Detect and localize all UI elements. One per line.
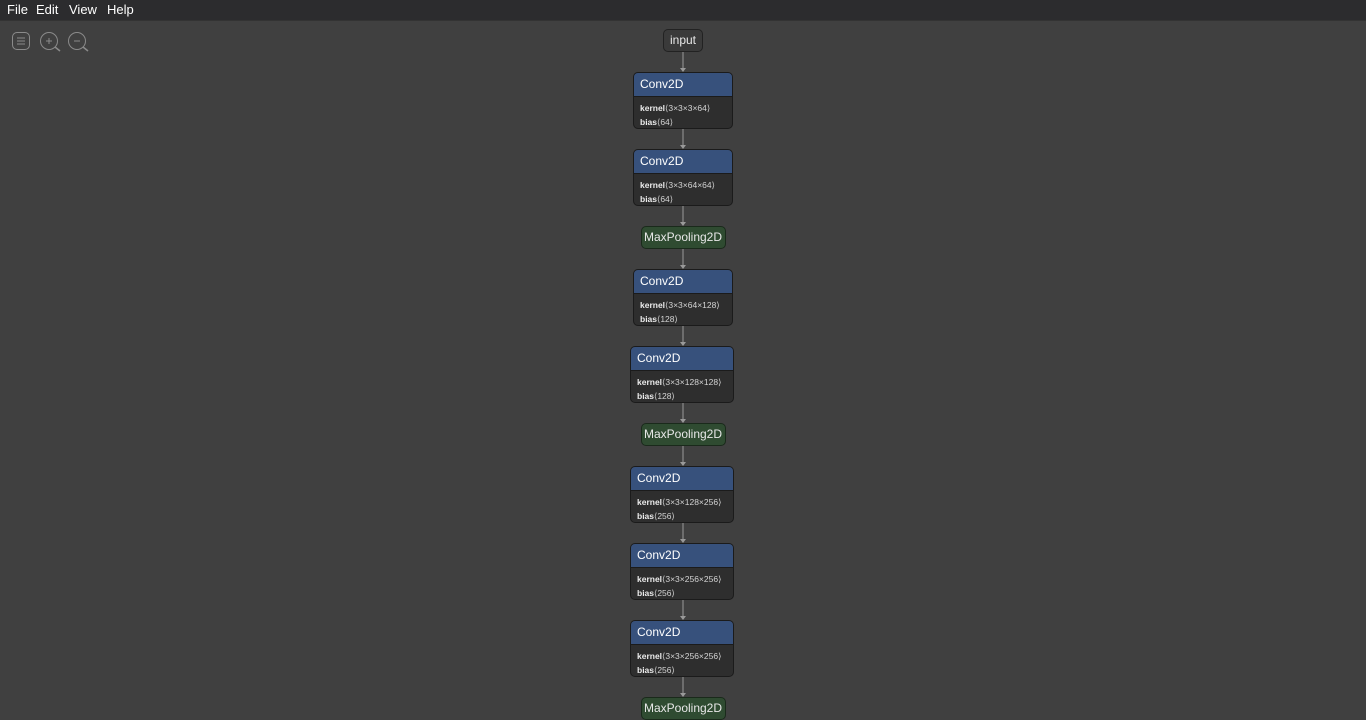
bias-shape: ⟨128⟩ xyxy=(657,314,678,324)
node-type: Conv2D xyxy=(631,544,733,568)
kernel-attr: kernel⟨3×3×64×64⟩ xyxy=(640,178,732,192)
kernel-attr: kernel⟨3×3×64×128⟩ xyxy=(640,298,732,312)
bias-label: bias xyxy=(637,588,655,598)
bias-label: bias xyxy=(640,117,658,127)
maxpooling2d-node[interactable]: MaxPooling2D xyxy=(640,423,726,446)
kernel-label: kernel xyxy=(640,180,666,190)
conv2d-node[interactable]: Conv2D kernel⟨3×3×256×256⟩ bias⟨256⟩ xyxy=(630,543,734,600)
maxpooling2d-node[interactable]: MaxPooling2D xyxy=(640,697,726,720)
kernel-label: kernel xyxy=(637,497,663,507)
bias-shape: ⟨64⟩ xyxy=(657,194,674,204)
bias-label: bias xyxy=(640,194,658,204)
kernel-shape: ⟨3×3×128×256⟩ xyxy=(662,497,722,507)
bias-label: bias xyxy=(637,391,655,401)
kernel-shape: ⟨3×3×64×128⟩ xyxy=(665,300,720,310)
bias-shape: ⟨64⟩ xyxy=(657,117,674,127)
kernel-label: kernel xyxy=(640,300,666,310)
bias-shape: ⟨256⟩ xyxy=(654,665,675,675)
kernel-attr: kernel⟨3×3×128×128⟩ xyxy=(637,375,733,389)
node-type: Conv2D xyxy=(631,621,733,645)
bias-label: bias xyxy=(640,314,658,324)
bias-shape: ⟨256⟩ xyxy=(654,511,675,521)
bias-attr: bias⟨128⟩ xyxy=(640,312,732,325)
node-type: Conv2D xyxy=(631,347,733,371)
kernel-attr: kernel⟨3×3×256×256⟩ xyxy=(637,572,733,586)
maxpooling2d-node[interactable]: MaxPooling2D xyxy=(640,226,726,249)
bias-label: bias xyxy=(637,511,655,521)
bias-attr: bias⟨128⟩ xyxy=(637,389,733,402)
node-type: Conv2D xyxy=(634,73,732,97)
conv2d-node[interactable]: Conv2D kernel⟨3×3×128×128⟩ bias⟨128⟩ xyxy=(630,346,734,403)
kernel-label: kernel xyxy=(637,574,663,584)
bias-attr: bias⟨256⟩ xyxy=(637,586,733,599)
kernel-shape: ⟨3×3×256×256⟩ xyxy=(662,574,722,584)
conv2d-node[interactable]: Conv2D kernel⟨3×3×128×256⟩ bias⟨256⟩ xyxy=(630,466,734,523)
bias-attr: bias⟨256⟩ xyxy=(637,663,733,676)
conv2d-node[interactable]: Conv2D kernel⟨3×3×3×64⟩ bias⟨64⟩ xyxy=(633,72,733,129)
bias-attr: bias⟨64⟩ xyxy=(640,115,732,128)
kernel-label: kernel xyxy=(637,651,663,661)
kernel-shape: ⟨3×3×256×256⟩ xyxy=(662,651,722,661)
kernel-attr: kernel⟨3×3×256×256⟩ xyxy=(637,649,733,663)
bias-attr: bias⟨256⟩ xyxy=(637,509,733,522)
conv2d-node[interactable]: Conv2D kernel⟨3×3×64×64⟩ bias⟨64⟩ xyxy=(633,149,733,206)
node-type: Conv2D xyxy=(634,150,732,174)
bias-shape: ⟨128⟩ xyxy=(654,391,675,401)
bias-attr: bias⟨64⟩ xyxy=(640,192,732,205)
conv2d-node[interactable]: Conv2D kernel⟨3×3×256×256⟩ bias⟨256⟩ xyxy=(630,620,734,677)
node-type: Conv2D xyxy=(634,270,732,294)
bias-shape: ⟨256⟩ xyxy=(654,588,675,598)
kernel-attr: kernel⟨3×3×3×64⟩ xyxy=(640,101,732,115)
input-node[interactable]: input xyxy=(663,29,703,52)
kernel-shape: ⟨3×3×64×64⟩ xyxy=(665,180,715,190)
node-type: Conv2D xyxy=(631,467,733,491)
conv2d-node[interactable]: Conv2D kernel⟨3×3×64×128⟩ bias⟨128⟩ xyxy=(633,269,733,326)
kernel-attr: kernel⟨3×3×128×256⟩ xyxy=(637,495,733,509)
kernel-shape: ⟨3×3×128×128⟩ xyxy=(662,377,722,387)
kernel-label: kernel xyxy=(637,377,663,387)
kernel-shape: ⟨3×3×3×64⟩ xyxy=(665,103,711,113)
kernel-label: kernel xyxy=(640,103,666,113)
bias-label: bias xyxy=(637,665,655,675)
